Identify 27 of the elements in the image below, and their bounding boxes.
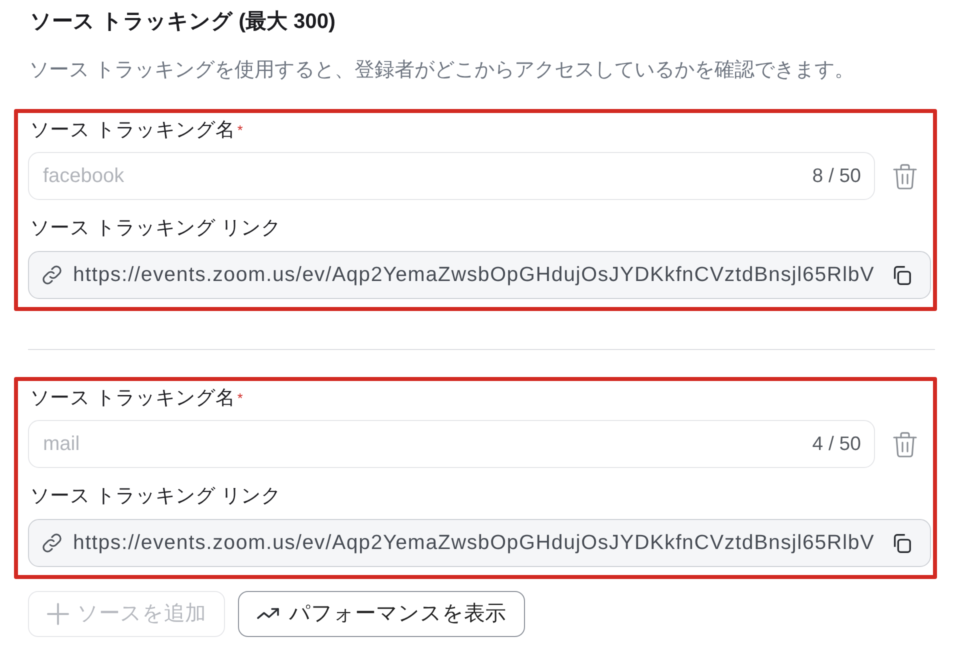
link-url: https://events.zoom.us/ev/Aqp2YemaZwsbOpGHdujOsJYDKkfnCVztdBnsjl65RlbV	[73, 262, 876, 288]
copy-icon	[891, 532, 912, 554]
trend-icon	[257, 607, 281, 621]
link-icon	[41, 532, 63, 554]
delete-button[interactable]	[892, 430, 918, 458]
required-mark: *	[237, 390, 243, 406]
trash-icon	[892, 430, 918, 458]
field-label: ソース トラッキング名	[30, 119, 236, 141]
link-url: https://events.zoom.us/ev/Aqp2YemaZwsbOpGHdujOsJYDKkfnCVztdBnsjl65RlbV	[73, 530, 876, 556]
field-label: ソース トラッキング名	[30, 387, 236, 409]
link-field[interactable]: https://events.zoom.us/ev/Aqp2YemaZwsbOpGHdujOsJYDKkfnCVztdBnsjl65RlbV	[28, 519, 931, 567]
delete-button[interactable]	[892, 162, 918, 190]
plus-icon	[47, 603, 69, 625]
view-performance-button[interactable]: パフォーマンスを表示	[238, 591, 525, 637]
copy-button[interactable]	[891, 264, 912, 286]
field-label: ソース トラッキング リンク	[30, 216, 281, 241]
section-description: ソース トラッキングを使用すると、登録者がどこからアクセスしているかを確認できます。	[29, 58, 855, 83]
required-mark: *	[237, 122, 243, 138]
link-field[interactable]: https://events.zoom.us/ev/Aqp2YemaZwsbOpGHdujOsJYDKkfnCVztdBnsjl65RlbV	[28, 251, 931, 299]
character-counter: 4 / 50	[812, 432, 861, 456]
link-icon	[41, 264, 63, 286]
character-counter: 8 / 50	[812, 164, 861, 188]
field-label: ソース トラッキング リンク	[30, 484, 281, 509]
section-title: ソース トラッキング (最大 300)	[30, 9, 336, 35]
copy-button[interactable]	[891, 532, 912, 554]
trash-icon	[892, 162, 918, 190]
copy-icon	[891, 264, 912, 286]
